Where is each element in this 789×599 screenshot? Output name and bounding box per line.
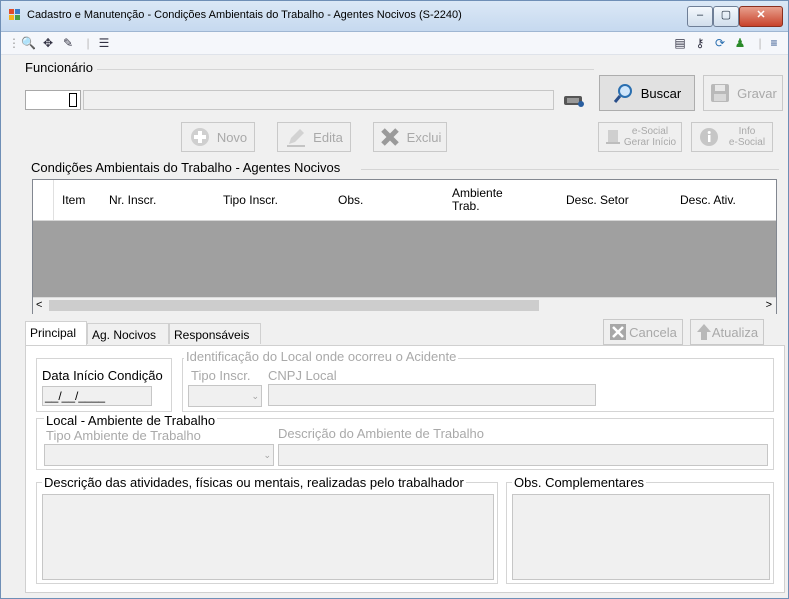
funcionario-label: Funcionário — [25, 60, 95, 75]
grid-group-label: Condições Ambientais do Trabalho - Agent… — [31, 160, 343, 175]
grid-column-header-nr-inscr[interactable]: Nr. Inscr. — [109, 180, 209, 220]
grid-row-selector-header — [33, 180, 54, 220]
descricao-atividades-label: Descrição das atividades, físicas ou men… — [42, 475, 466, 490]
title-bar[interactable]: Cadastro e Manutenção - Condições Ambien… — [1, 1, 788, 32]
cnpj-local-input[interactable] — [268, 384, 596, 406]
esocial-gerar-label-1: e-Social — [631, 126, 669, 137]
document-icon[interactable]: ☰ — [97, 36, 111, 50]
descricao-ambiente-input[interactable] — [278, 444, 768, 466]
cancel-icon — [610, 324, 627, 340]
atualiza-label: Atualiza — [711, 324, 759, 340]
edita-label: Edita — [313, 129, 343, 145]
funcionario-code-input[interactable] — [25, 90, 81, 110]
tab-responsaveis[interactable]: Responsáveis — [169, 323, 261, 344]
tab-ag-nocivos[interactable]: Ag. Nocivos — [87, 323, 169, 344]
exclui-label: Exclui — [406, 129, 442, 145]
funcionario-divider — [97, 69, 594, 70]
cancela-button[interactable]: Cancela — [603, 319, 683, 345]
scroll-left-icon[interactable]: < — [36, 298, 42, 313]
esocial-icon — [605, 130, 620, 144]
buscar-label: Buscar — [640, 85, 682, 101]
edita-button[interactable]: Edita — [277, 122, 351, 152]
funcionario-name-input[interactable] — [83, 90, 554, 110]
key-icon[interactable]: ⚷ — [693, 36, 707, 50]
gravar-label: Gravar — [737, 85, 777, 101]
gravar-button[interactable]: Gravar — [703, 75, 783, 111]
tipo-inscr-combo[interactable]: ⌄ — [188, 385, 262, 407]
descricao-ambiente-label: Descrição do Ambiente de Trabalho — [278, 426, 484, 441]
tools-icon[interactable]: ✎ — [61, 36, 75, 50]
grid-column-header-item[interactable]: Item — [62, 180, 102, 220]
scroll-right-icon[interactable]: > — [766, 298, 772, 313]
print-icon[interactable]: ▤ — [673, 36, 687, 50]
cnpj-local-label: CNPJ Local — [268, 368, 337, 383]
agentes-grid[interactable]: Item Nr. Inscr. Tipo Inscr. Obs. Ambient… — [32, 179, 777, 314]
obs-complementares-label: Obs. Complementares — [512, 475, 647, 490]
esocial-gerar-label-2: Gerar Início — [623, 137, 677, 148]
tipo-inscr-label: Tipo Inscr. — [191, 368, 251, 383]
tipo-ambiente-combo[interactable]: ⌄ — [44, 444, 274, 466]
cancela-label: Cancela — [629, 324, 677, 340]
edit-icon — [287, 129, 306, 147]
info-icon — [699, 128, 718, 146]
delete-icon — [380, 128, 399, 146]
data-inicio-input[interactable]: __/__/____ — [42, 386, 152, 406]
grid-column-header-desc-setor[interactable]: Desc. Setor — [566, 180, 666, 220]
novo-button[interactable]: Novo — [181, 122, 255, 152]
minimize-button[interactable]: – — [687, 6, 713, 27]
grid-group-divider — [361, 169, 779, 170]
toolbar-separator-icon: | — [758, 36, 762, 50]
add-icon — [190, 128, 209, 146]
grid-body[interactable] — [33, 221, 776, 297]
grid-column-header-desc-ativ[interactable]: Desc. Ativ. — [680, 180, 770, 220]
data-inicio-label: Data Início Condição — [42, 368, 163, 383]
magnifier-icon — [613, 84, 632, 103]
tab-page-principal: Data Início Condição __/__/____ Identifi… — [25, 345, 785, 593]
buscar-button[interactable]: Buscar — [599, 75, 695, 111]
grid-horizontal-scrollbar[interactable]: < > — [33, 297, 776, 314]
save-icon — [711, 84, 730, 102]
obs-complementares-textarea[interactable] — [512, 494, 770, 580]
close-button[interactable]: ✕ — [739, 6, 783, 27]
tipo-ambiente-label: Tipo Ambiente de Trabalho — [46, 428, 201, 443]
chevron-down-icon: ⌄ — [251, 391, 259, 401]
scroll-thumb[interactable] — [49, 300, 539, 311]
info-esocial-label-2: e-Social — [728, 137, 766, 148]
exit-icon[interactable]: ≡ — [767, 36, 781, 50]
exclui-button[interactable]: Exclui — [373, 122, 447, 152]
refresh-icon[interactable]: ⟳ — [713, 36, 727, 50]
info-esocial-label-1: Info — [738, 126, 756, 137]
local-ambiente-label: Local - Ambiente de Trabalho — [44, 413, 218, 428]
text-cursor — [69, 93, 77, 107]
grid-column-header-obs[interactable]: Obs. — [338, 180, 428, 220]
grid-header: Item Nr. Inscr. Tipo Inscr. Obs. Ambient… — [33, 180, 776, 221]
grid-column-header-ambiente-trab[interactable]: Ambiente Trab. — [452, 180, 532, 220]
move-icon[interactable]: ✥ — [41, 36, 55, 50]
esocial-gerar-inicio-button[interactable]: e-Social Gerar Início — [598, 122, 682, 152]
user-icon[interactable]: ♟ — [733, 36, 747, 50]
novo-label: Novo — [216, 129, 248, 145]
toolbar-separator-icon: | — [86, 36, 90, 50]
maximize-button[interactable]: ▢ — [713, 6, 739, 27]
zoom-icon[interactable]: 🔍 — [21, 36, 36, 50]
info-esocial-button[interactable]: Info e-Social — [691, 122, 773, 152]
main-window: Cadastro e Manutenção - Condições Ambien… — [0, 0, 789, 599]
identificacao-label: Identificação do Local onde ocorreu o Ac… — [184, 349, 459, 364]
update-icon — [696, 324, 711, 340]
grid-column-header-tipo-inscr[interactable]: Tipo Inscr. — [223, 180, 323, 220]
tab-principal[interactable]: Principal — [25, 321, 87, 345]
chevron-down-icon: ⌄ — [263, 450, 271, 460]
toolbar-grip-icon: ⋮ — [8, 36, 20, 50]
app-icon — [9, 9, 20, 20]
search-employee-icon[interactable] — [561, 89, 587, 111]
atualiza-button[interactable]: Atualiza — [690, 319, 764, 345]
toolbar: ⋮ 🔍 ✥ ✎ | ☰ ▤ ⚷ ⟳ ♟ | ≡ — [1, 32, 788, 55]
descricao-atividades-textarea[interactable] — [42, 494, 494, 580]
window-title: Cadastro e Manutenção - Condições Ambien… — [27, 9, 462, 21]
